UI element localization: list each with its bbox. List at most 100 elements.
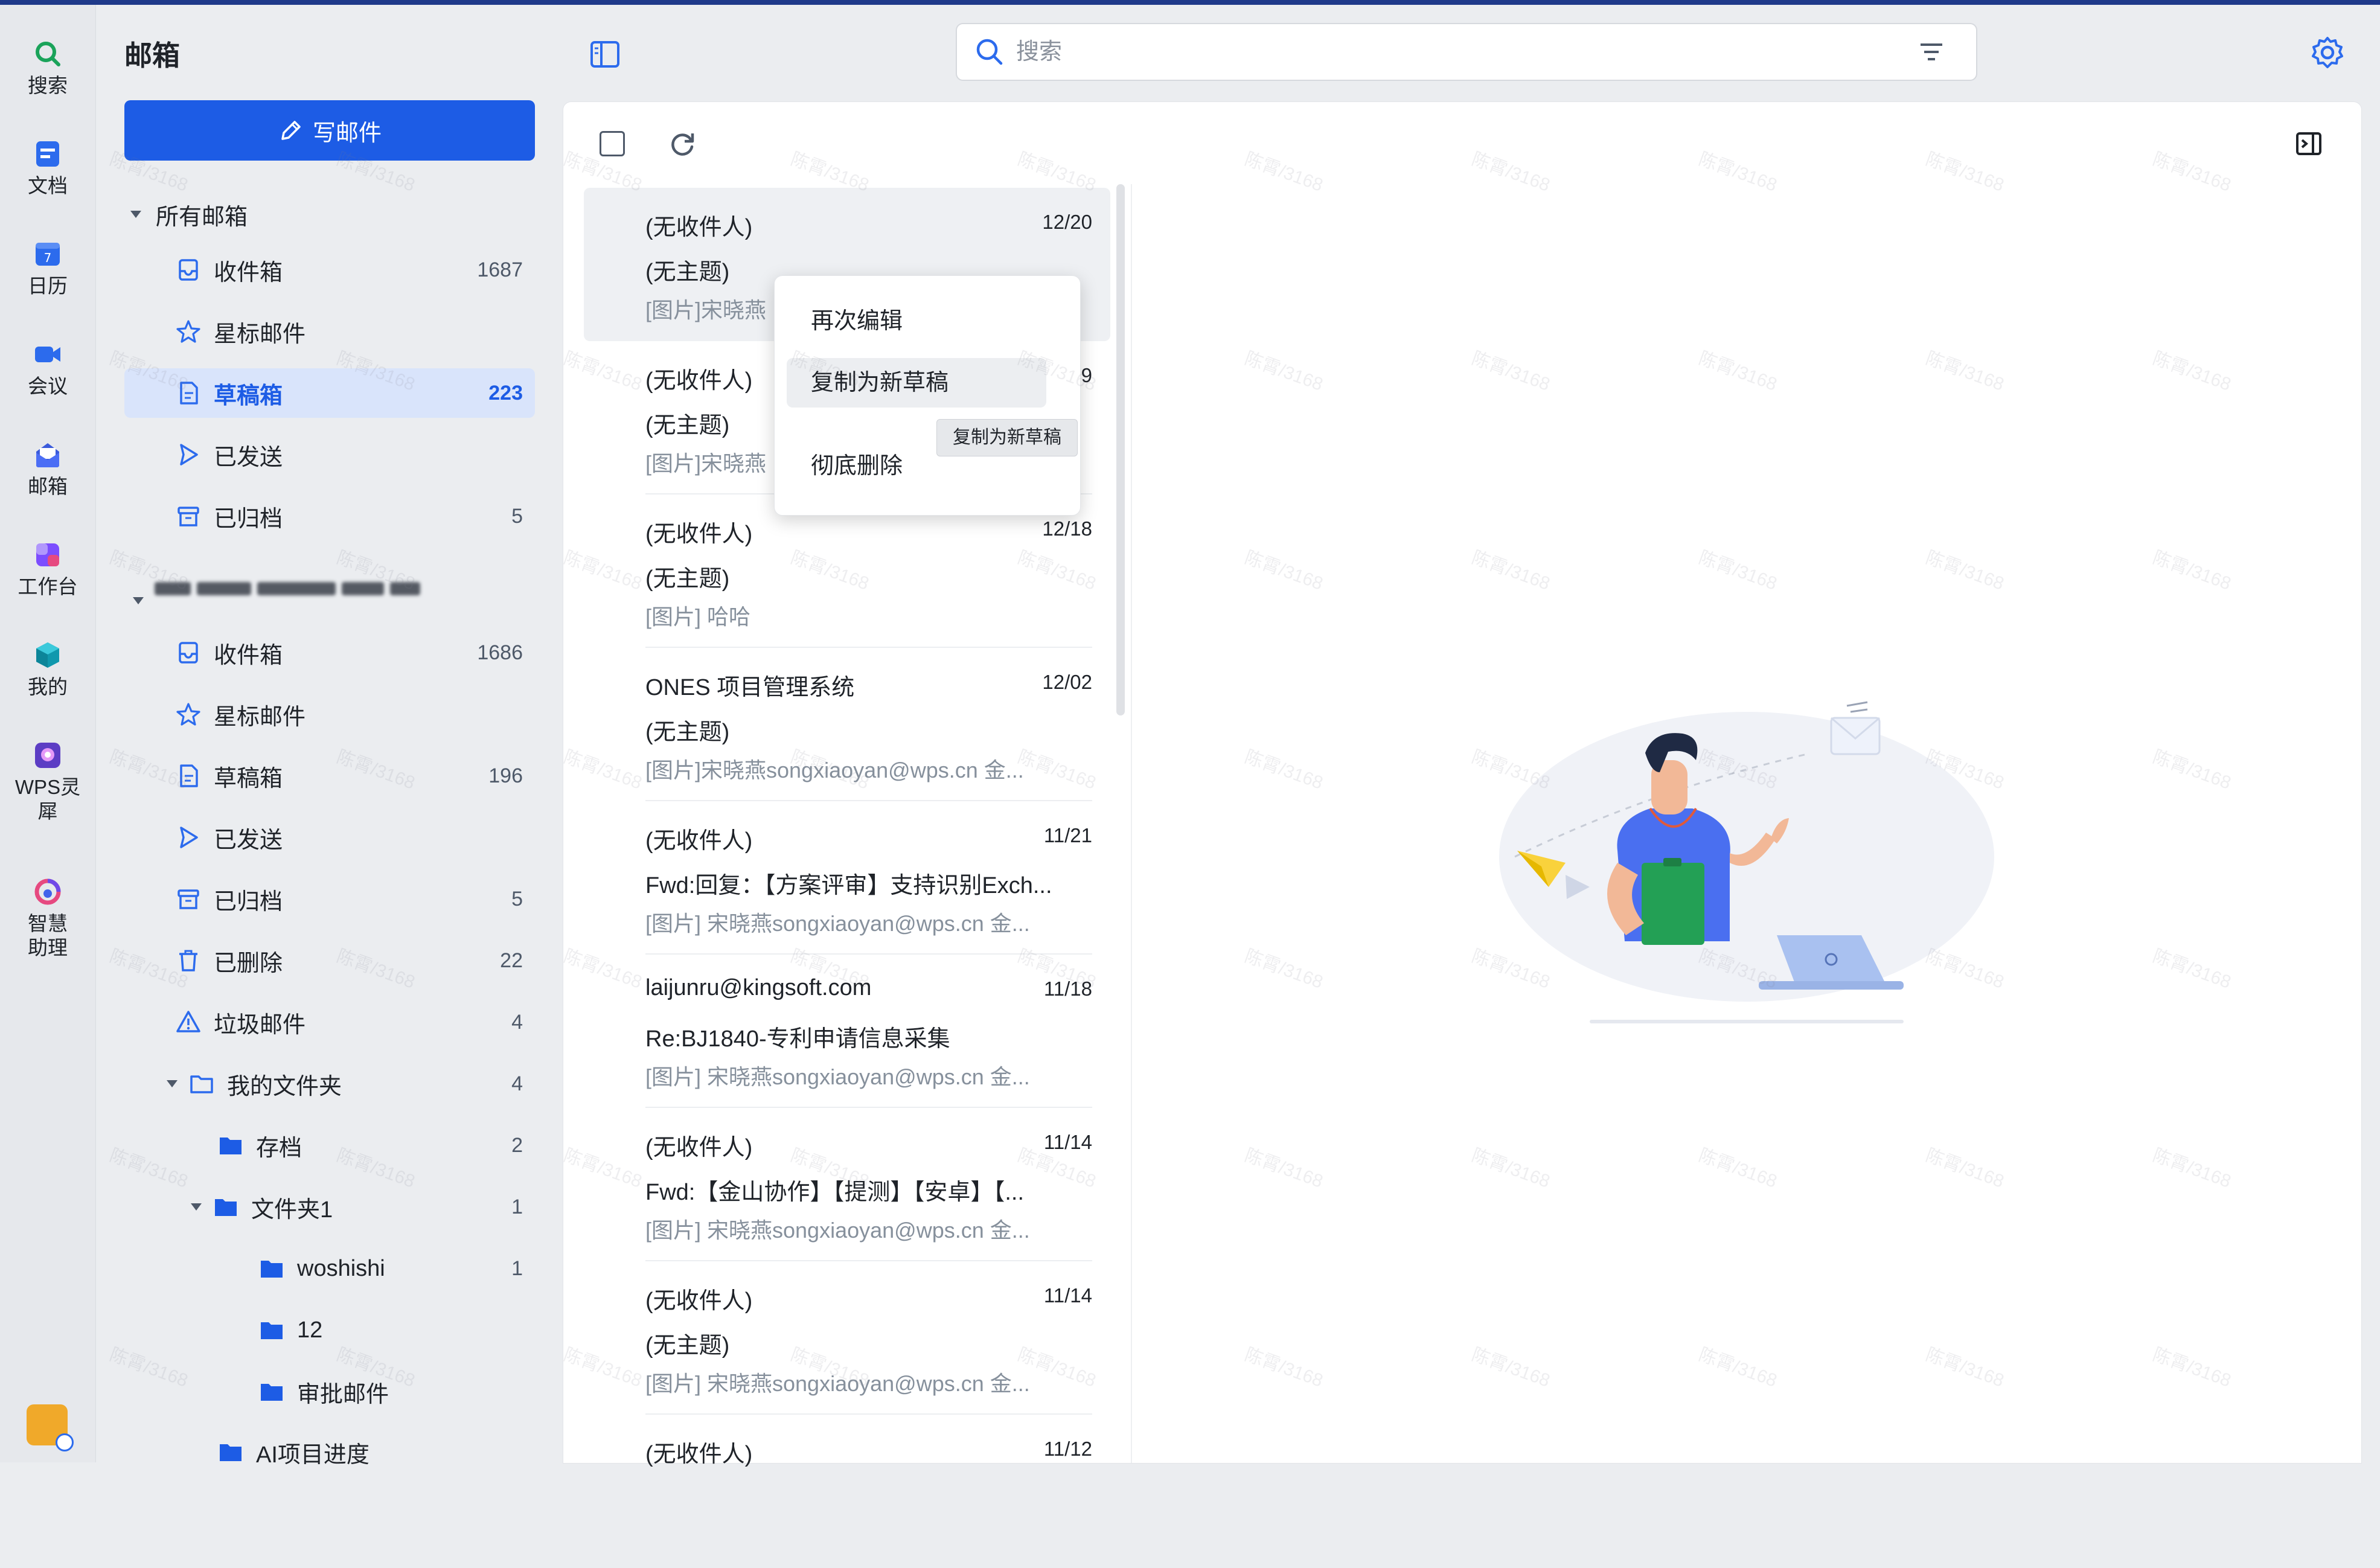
mail-item[interactable]: (无收件人) 11/21 Fwd:回复：【方案评审】支持识别Exch... [图…	[584, 801, 1110, 955]
unread-count: 4	[511, 1010, 523, 1034]
archive-icon	[178, 889, 199, 909]
mail-date: 11/14	[1043, 1131, 1092, 1153]
rail-item-workbench[interactable]: 工作台	[0, 540, 95, 599]
refresh-icon[interactable]	[667, 129, 699, 160]
unread-count: 1	[511, 1195, 523, 1218]
unread-count: 2	[511, 1133, 523, 1157]
sidebar-folder-archive[interactable]: 存档 2	[124, 1121, 535, 1170]
unread-count: 223	[488, 381, 523, 405]
rail-item-mine[interactable]: 我的	[0, 640, 95, 699]
mail-subject: (无主题)	[645, 260, 730, 285]
mail-preview: [图片] 宋晓燕songxiaoyan@wps.cn 金...	[645, 1064, 1030, 1089]
sent-icon	[180, 827, 198, 848]
mail-item[interactable]: laijunru@kingsoft.com 11/18 Re:BJ1840-专利…	[584, 955, 1110, 1108]
sidebar-item-account-deleted[interactable]: 已删除 22	[124, 936, 535, 985]
sidebar-item-sent[interactable]: 已发送	[124, 430, 535, 479]
wps-lingxi-icon	[35, 743, 60, 768]
mail-date: 12/18	[1042, 517, 1092, 540]
rail-item-meeting[interactable]: 会议	[0, 339, 95, 398]
draft-icon	[180, 382, 198, 405]
rail-item-docs[interactable]: 文档	[0, 139, 95, 198]
mail-icon	[36, 443, 59, 467]
mail-preview: [图片]宋晓燕songxiaoyan@wps.cn 金...	[645, 758, 1024, 782]
sidebar-item-starred[interactable]: 星标邮件	[124, 307, 535, 356]
mail-date: 12/20	[1042, 211, 1092, 233]
search-input[interactable]	[1015, 38, 1887, 66]
sidebar-folder-woshishi[interactable]: woshishi 1	[124, 1244, 535, 1293]
rail-label: WPS灵犀	[14, 776, 81, 822]
menu-item-edit-again[interactable]: 再次编辑	[787, 296, 1046, 346]
mail-subject: Re:BJ1840-专利申请信息采集	[645, 1026, 950, 1052]
sidebar-folder-folder1[interactable]: 文件夹1 1	[124, 1182, 535, 1232]
mail-from: ONES 项目管理系统	[645, 675, 855, 700]
tree-label: 已发送	[214, 444, 283, 470]
rail-item-mail[interactable]: 邮箱	[0, 440, 95, 499]
unread-count: 1686	[477, 641, 523, 664]
sidebar-item-drafts[interactable]: 草稿箱 223	[124, 368, 535, 418]
compose-button[interactable]: 写邮件	[124, 100, 535, 161]
tree-label: 我的文件夹	[227, 1074, 342, 1099]
mail-from: (无收件人)	[645, 828, 753, 854]
sidebar-folder-12[interactable]: 12	[124, 1305, 535, 1355]
expand-panel-icon[interactable]	[2294, 129, 2324, 159]
video-meeting-icon	[35, 347, 60, 362]
sidebar-folder-approval[interactable]: 审批邮件	[124, 1367, 535, 1416]
tree-label: woshishi	[297, 1255, 385, 1281]
folder-icon	[215, 1199, 237, 1216]
tree-label: 存档	[256, 1135, 302, 1161]
mail-preview: [图片] 宋晓燕songxiaoyan@wps.cn 金...	[645, 911, 1030, 936]
mail-subject: (无主题)	[645, 566, 730, 592]
sidebar-toggle-icon[interactable]	[587, 36, 623, 72]
sidebar-item-account-archived[interactable]: 已归档 5	[124, 874, 535, 924]
app-rail: 搜索 文档 7 日历 会议 邮箱 工作台 我的 WPS灵犀 智慧助理	[0, 5, 96, 1462]
unread-count: 196	[488, 764, 523, 787]
mail-preview: [图片] 宋晓燕songxiaoyan@wps.cn 金...	[645, 1218, 1030, 1243]
sidebar-folder-ai-progress[interactable]: AI项目进度	[124, 1427, 535, 1477]
menu-item-copy-as-draft[interactable]: 复制为新草稿	[787, 358, 1046, 408]
tree-label: 12	[297, 1317, 323, 1343]
draft-icon	[180, 764, 198, 787]
mail-item[interactable]: (无收件人) 11/12	[584, 1415, 1110, 1568]
sidebar-item-account-sent[interactable]: 已发送	[124, 813, 535, 862]
mail-item[interactable]: (无收件人) 12/18 (无主题) [图片] 哈哈	[584, 494, 1110, 648]
rail-label: 工作台	[18, 575, 78, 598]
search-bar[interactable]	[956, 23, 1977, 81]
folder-icon	[261, 1322, 283, 1339]
folder-sidebar: 邮箱 写邮件 所有邮箱 收件箱 1687 星标邮件 草稿箱 223 已发送 已归…	[97, 5, 619, 1468]
context-menu: 再次编辑 复制为新草稿 彻底删除	[774, 275, 1081, 516]
sidebar-item-account-drafts[interactable]: 草稿箱 196	[124, 751, 535, 801]
mail-list-scrollbar[interactable]	[1116, 184, 1125, 715]
mail-date: 11/21	[1043, 824, 1092, 846]
tree-label: 已归档	[214, 889, 283, 915]
rail-item-wps-lingxi[interactable]: WPS灵犀	[0, 740, 95, 824]
star-icon	[176, 703, 200, 726]
sidebar-item-account-spam[interactable]: 垃圾邮件 4	[124, 997, 535, 1047]
sidebar-item-account-inbox[interactable]: 收件箱 1686	[124, 628, 535, 677]
user-avatar[interactable]	[27, 1404, 74, 1451]
cube-icon	[36, 642, 59, 668]
folder-icon	[261, 1261, 283, 1278]
settings-gear-icon[interactable]	[2310, 35, 2345, 70]
filter-icon[interactable]	[1916, 36, 1947, 68]
empty-state-illustration	[1499, 701, 1994, 1023]
tree-all-mailboxes[interactable]: 所有邮箱	[129, 190, 535, 239]
mail-from: (无收件人)	[645, 522, 753, 547]
sidebar-item-inbox[interactable]: 收件箱 1687	[124, 245, 535, 295]
caret-down-icon[interactable]	[132, 594, 145, 607]
caret-down-icon	[191, 1203, 202, 1211]
tree-label: 审批邮件	[297, 1381, 389, 1407]
sidebar-item-my-folders[interactable]: 我的文件夹 4	[124, 1059, 535, 1109]
mail-item[interactable]: (无收件人) 11/14 (无主题) [图片] 宋晓燕songxiaoyan@w…	[584, 1261, 1110, 1415]
mail-date: 11/18	[1043, 978, 1092, 1000]
caret-down-icon	[167, 1080, 178, 1087]
mail-item[interactable]: (无收件人) 11/14 Fwd:【金山协作】【提测】【安卓】【... [图片]…	[584, 1108, 1110, 1261]
folder-icon	[220, 1444, 242, 1461]
rail-item-calendar[interactable]: 7 日历	[0, 239, 95, 298]
pane-divider[interactable]	[1131, 184, 1132, 1463]
mail-item[interactable]: ONES 项目管理系统 12/02 (无主题) [图片]宋晓燕songxiaoy…	[584, 648, 1110, 801]
sidebar-item-archived[interactable]: 已归档 5	[124, 491, 535, 541]
rail-item-search[interactable]: 搜索	[0, 39, 95, 98]
select-all-checkbox[interactable]	[600, 131, 625, 156]
rail-item-assistant[interactable]: 智慧助理	[0, 877, 95, 960]
sidebar-item-account-starred[interactable]: 星标邮件	[124, 690, 535, 739]
